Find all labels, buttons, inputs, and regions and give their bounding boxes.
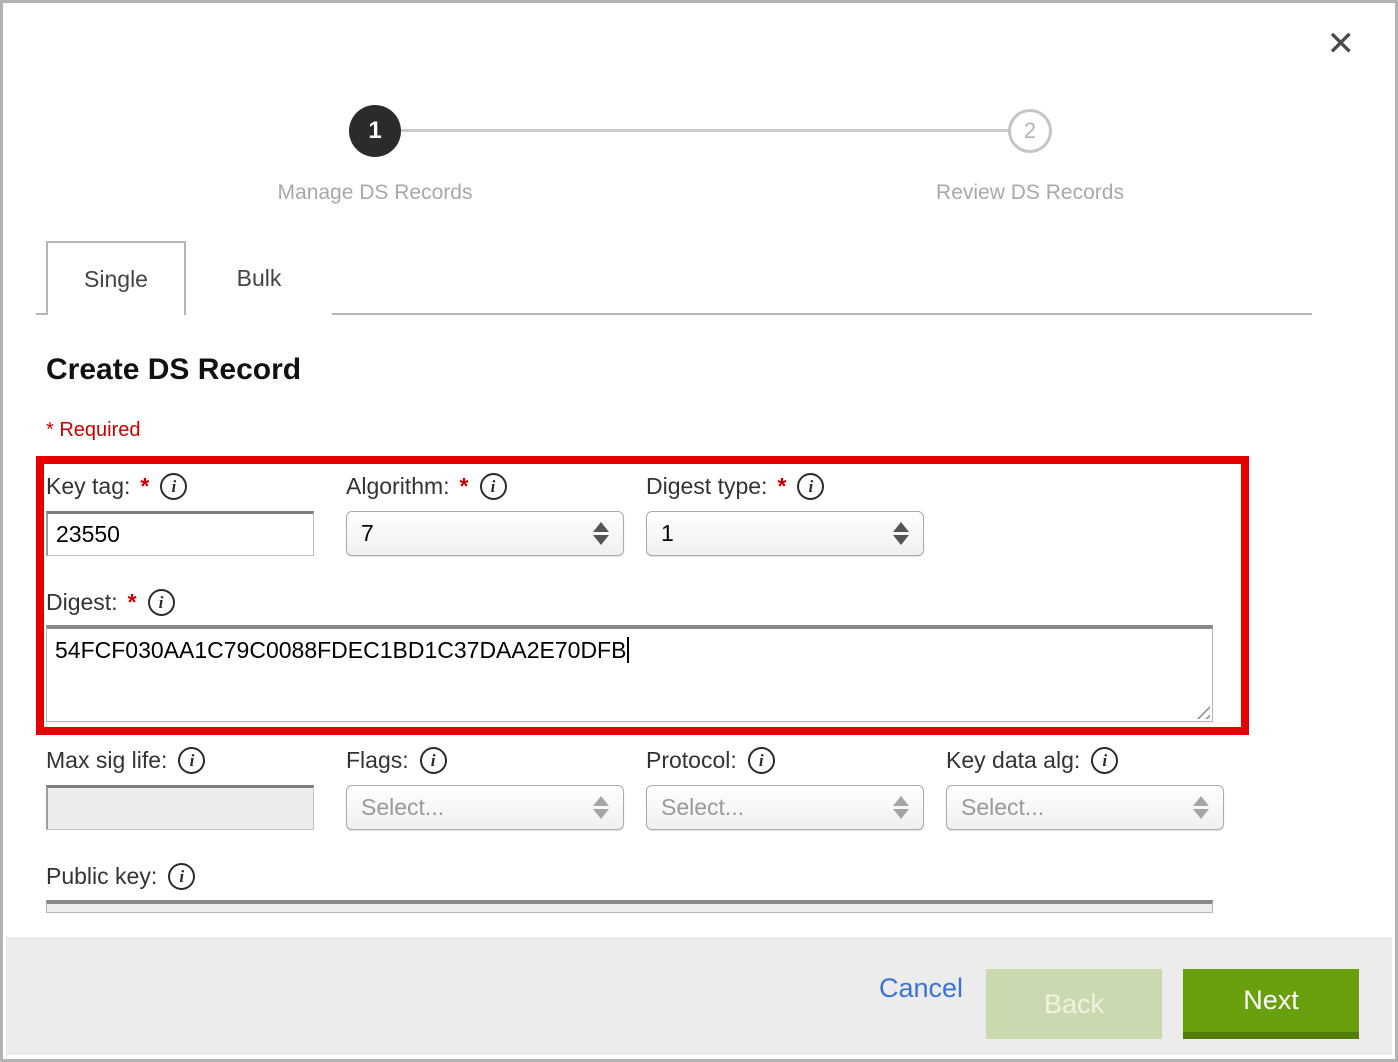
select-arrows-icon	[893, 522, 909, 545]
cancel-link[interactable]: Cancel	[879, 973, 963, 1004]
step-1-label: Manage DS Records	[205, 181, 545, 205]
info-icon[interactable]: i	[1091, 747, 1118, 774]
protocol-select-value: Select...	[661, 794, 893, 821]
info-icon[interactable]: i	[420, 747, 447, 774]
info-icon[interactable]: i	[748, 747, 775, 774]
select-arrows-icon	[893, 796, 909, 819]
select-arrows-icon	[593, 796, 609, 819]
stepper-connector-line	[401, 129, 1008, 132]
max-sig-life-label: Max sig life: i	[46, 747, 205, 774]
back-button[interactable]: Back	[986, 969, 1162, 1039]
algorithm-select[interactable]: 7	[346, 511, 624, 556]
step-1-circle: 1	[349, 105, 401, 157]
info-icon[interactable]: i	[797, 473, 824, 500]
create-ds-record-modal: ✕ 1 2 Manage DS Records Review DS Record…	[0, 0, 1398, 1062]
step-2-circle: 2	[1008, 109, 1052, 153]
protocol-select[interactable]: Select...	[646, 785, 924, 830]
info-icon[interactable]: i	[168, 863, 195, 890]
stepper: 1 2 Manage DS Records Review DS Records	[3, 3, 1395, 223]
resize-handle-icon[interactable]	[1192, 701, 1210, 719]
key-data-alg-select-value: Select...	[961, 794, 1193, 821]
digest-type-select[interactable]: 1	[646, 511, 924, 556]
select-arrows-icon	[1193, 796, 1209, 819]
next-button[interactable]: Next	[1183, 969, 1359, 1039]
algorithm-label: Algorithm: * i	[346, 473, 507, 500]
text-caret	[627, 637, 629, 663]
max-sig-life-label-text: Max sig life:	[46, 747, 167, 774]
flags-select-value: Select...	[361, 794, 593, 821]
flags-label: Flags: i	[346, 747, 447, 774]
required-asterisk: *	[777, 473, 786, 500]
algorithm-label-text: Algorithm:	[346, 473, 450, 500]
required-asterisk: *	[140, 473, 149, 500]
page-title: Create DS Record	[46, 353, 301, 387]
flags-label-text: Flags:	[346, 747, 409, 774]
info-icon[interactable]: i	[178, 747, 205, 774]
max-sig-life-input[interactable]	[46, 785, 314, 830]
key-tag-label-text: Key tag:	[46, 473, 130, 500]
key-tag-label: Key tag: * i	[46, 473, 187, 500]
step-2-label: Review DS Records	[860, 181, 1200, 205]
public-key-label-text: Public key:	[46, 863, 157, 890]
digest-type-label: Digest type: * i	[646, 473, 824, 500]
public-key-textarea[interactable]	[46, 900, 1213, 913]
info-icon[interactable]: i	[148, 589, 175, 616]
digest-label-text: Digest:	[46, 589, 118, 616]
digest-type-label-text: Digest type:	[646, 473, 767, 500]
digest-type-select-value: 1	[661, 520, 893, 547]
key-data-alg-label: Key data alg: i	[946, 747, 1118, 774]
algorithm-select-value: 7	[361, 520, 593, 547]
info-icon[interactable]: i	[160, 473, 187, 500]
digest-label: Digest: * i	[46, 589, 175, 616]
required-note: * Required	[46, 419, 141, 442]
protocol-label-text: Protocol:	[646, 747, 737, 774]
tab-single[interactable]: Single	[46, 241, 186, 315]
select-arrows-icon	[593, 522, 609, 545]
tab-bulk[interactable]: Bulk	[186, 241, 332, 315]
required-asterisk: *	[460, 473, 469, 500]
key-data-alg-select[interactable]: Select...	[946, 785, 1224, 830]
protocol-label: Protocol: i	[646, 747, 775, 774]
digest-textarea[interactable]: 54FCF030AA1C79C0088FDEC1BD1C37DAA2E70DFB	[46, 625, 1213, 722]
required-asterisk: *	[128, 589, 137, 616]
modal-footer: Cancel Back Next	[6, 937, 1392, 1055]
key-tag-input[interactable]	[46, 511, 314, 556]
public-key-label: Public key: i	[46, 863, 195, 890]
info-icon[interactable]: i	[480, 473, 507, 500]
digest-value: 54FCF030AA1C79C0088FDEC1BD1C37DAA2E70DFB	[55, 637, 626, 663]
flags-select[interactable]: Select...	[346, 785, 624, 830]
key-data-alg-label-text: Key data alg:	[946, 747, 1080, 774]
